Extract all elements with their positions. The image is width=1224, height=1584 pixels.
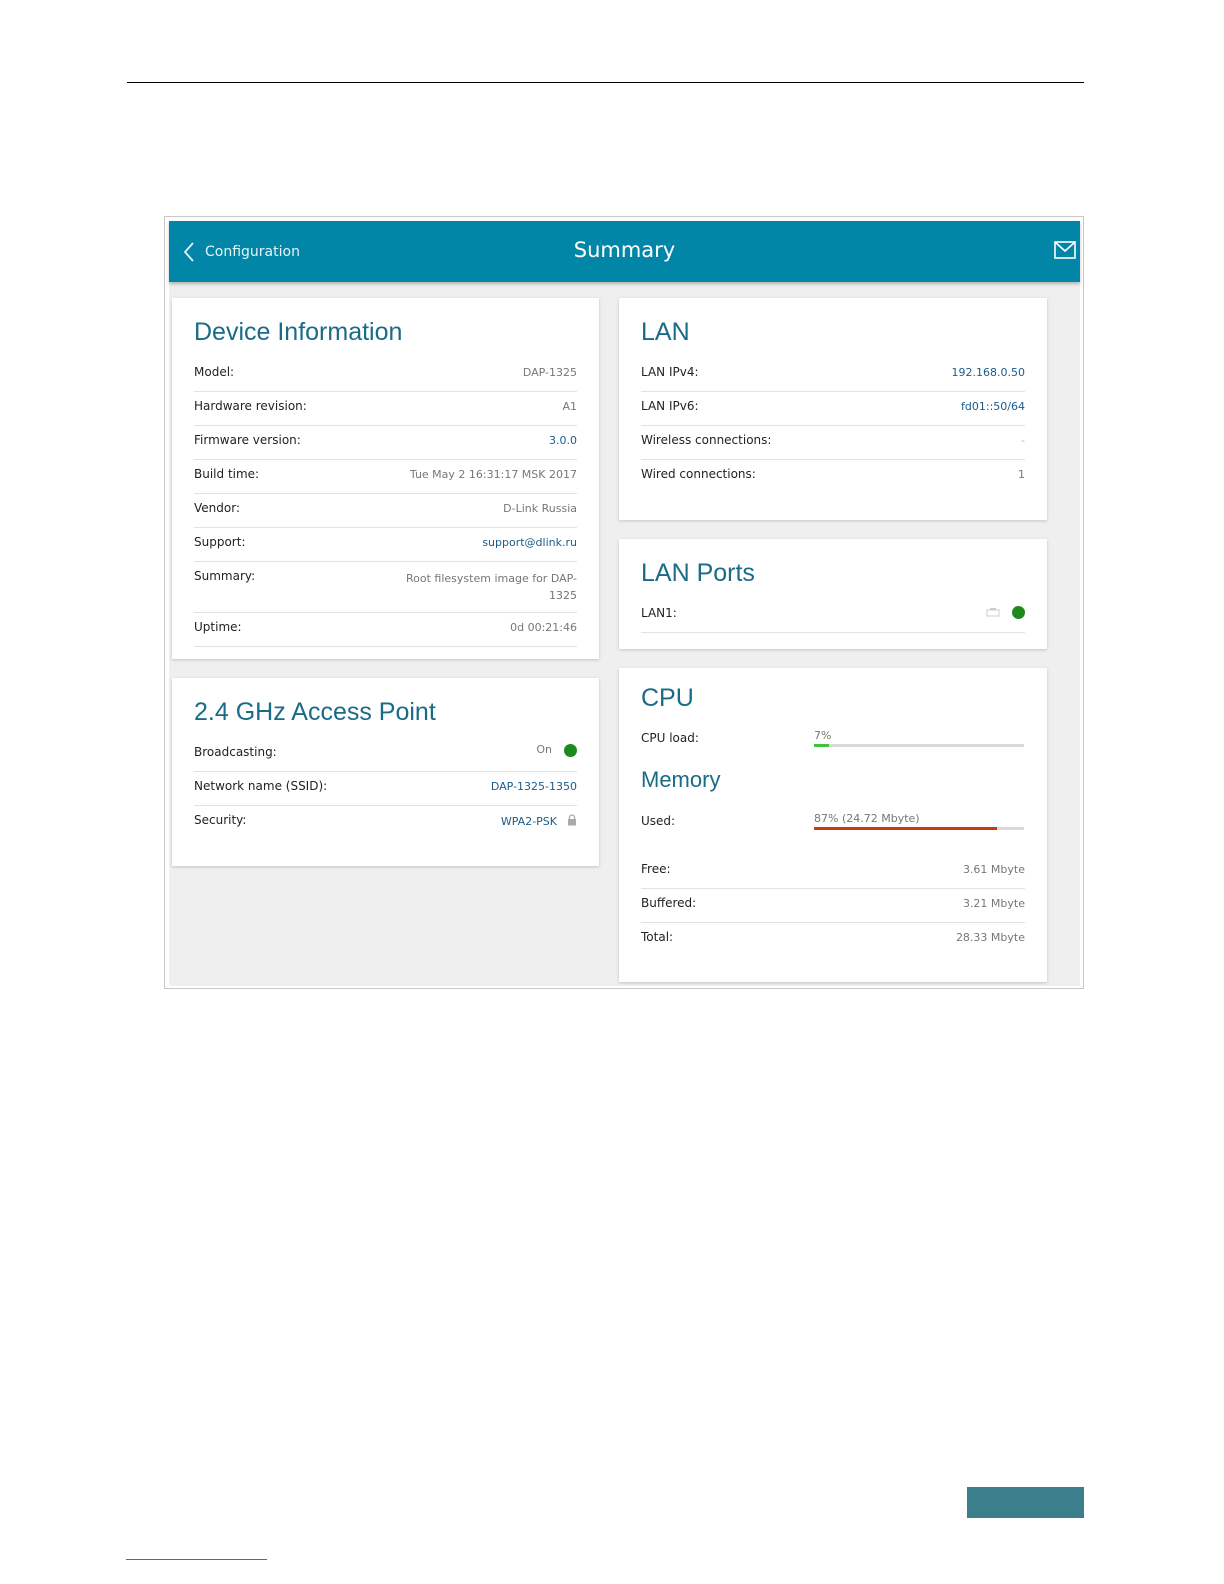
row-value: Tue May 2 16:31:17 MSK 2017	[409, 468, 577, 481]
row-label: Build time:	[194, 467, 260, 481]
support-email-link[interactable]: support@dlink.ru	[482, 536, 577, 549]
row-label: Network name (SSID):	[194, 779, 328, 793]
row-label: LAN IPv6:	[641, 399, 699, 413]
row-label: Wireless connections:	[641, 433, 772, 447]
lan-row-ipv6: LAN IPv6: fd01::50/64	[641, 392, 1025, 426]
cpu-bar-track	[814, 744, 1024, 747]
row-label: Summary:	[194, 569, 256, 583]
cpu-load-text: 7%	[814, 729, 832, 742]
row-label: Vendor:	[194, 501, 240, 515]
memory-used-text: 87% (24.72 Mbyte)	[814, 812, 920, 825]
lan-port-row: LAN1:	[641, 599, 1025, 633]
memory-title: Memory	[641, 767, 721, 792]
row-label: Broadcasting:	[194, 745, 277, 759]
lan-ipv6-link[interactable]: fd01::50/64	[961, 400, 1025, 413]
info-row-build-time: Build time: Tue May 2 16:31:17 MSK 2017	[194, 460, 577, 494]
row-label: Wired connections:	[641, 467, 756, 481]
memory-used-row: Used: 87% (24.72 Mbyte)	[641, 807, 1025, 841]
envelope-icon	[1054, 241, 1076, 259]
info-row-model: Model: DAP-1325	[194, 358, 577, 392]
row-value: Root filesystem image for DAP-1325	[406, 572, 577, 602]
lan-ipv4-link[interactable]: 192.168.0.50	[952, 366, 1025, 379]
broadcasting-status-text: On	[536, 743, 552, 756]
top-bar: Configuration Summary	[169, 221, 1080, 282]
device-information-card: Device Information Model: DAP-1325 Hardw…	[172, 298, 599, 659]
port-status	[986, 605, 1025, 619]
cpu-title: CPU	[641, 684, 694, 712]
info-row-hardware-revision: Hardware revision: A1	[194, 392, 577, 426]
security-link[interactable]: WPA2-PSK	[501, 815, 557, 828]
ap-row-broadcasting: Broadcasting: On	[194, 738, 577, 772]
memory-bar-track	[814, 827, 1024, 830]
device-information-title: Device Information	[194, 318, 403, 346]
page-number-box	[967, 1487, 1084, 1518]
port-status-dot-icon	[1012, 605, 1025, 619]
row-value: DAP-1325	[522, 366, 577, 379]
ssid-link[interactable]: DAP-1325-1350	[491, 780, 577, 793]
ethernet-port-icon	[986, 608, 1000, 617]
lan-card: LAN LAN IPv4: 192.168.0.50 LAN IPv6: fd0…	[619, 298, 1047, 520]
footer-link-rule	[126, 1559, 267, 1560]
info-row-summary: Summary: Root filesystem image for DAP-1…	[194, 562, 577, 613]
row-label: Hardware revision:	[194, 399, 307, 413]
firmware-version-link[interactable]: 3.0.0	[549, 434, 577, 447]
lan-title: LAN	[641, 318, 690, 346]
row-label: Support:	[194, 535, 246, 549]
lan-row-wireless: Wireless connections: -	[641, 426, 1025, 460]
row-label: Buffered:	[641, 896, 697, 910]
screenshot-frame: Configuration Summary Device Information…	[164, 216, 1084, 989]
row-value: 3.21 Mbyte	[962, 897, 1025, 910]
lan-row-ipv4: LAN IPv4: 192.168.0.50	[641, 358, 1025, 392]
row-label: Model:	[194, 365, 235, 379]
memory-row-buffered: Buffered: 3.21 Mbyte	[641, 889, 1025, 923]
lan-ports-title: LAN Ports	[641, 559, 755, 587]
row-label: Firmware version:	[194, 433, 301, 447]
lan-ports-card: LAN Ports LAN1:	[619, 539, 1047, 649]
row-label: Free:	[641, 862, 671, 876]
row-value: -	[1021, 434, 1025, 447]
page-title: Summary	[573, 238, 676, 262]
access-point-card: 2.4 GHz Access Point Broadcasting: On Ne…	[172, 678, 599, 866]
cpu-load-row: CPU load: 7%	[641, 724, 1025, 758]
row-label: LAN1:	[641, 606, 677, 620]
ap-row-ssid: Network name (SSID): DAP-1325-1350	[194, 772, 577, 806]
broadcasting-value: On	[536, 743, 577, 757]
row-value: A1	[562, 400, 577, 413]
memory-row-total: Total: 28.33 Mbyte	[641, 923, 1025, 957]
cpu-memory-card: CPU CPU load: 7% Memory Used: 87% (24.72…	[619, 668, 1047, 982]
document-header-rule	[127, 82, 1084, 83]
lock-icon	[568, 814, 576, 826]
row-label: Uptime:	[194, 620, 242, 634]
security-value: WPA2-PSK	[501, 814, 577, 828]
access-point-title: 2.4 GHz Access Point	[194, 698, 436, 726]
cpu-bar-fill	[814, 744, 829, 747]
ap-row-security: Security: WPA2-PSK	[194, 806, 577, 840]
row-value: 1	[1018, 468, 1025, 481]
notifications-button[interactable]	[1054, 241, 1078, 261]
row-label: Security:	[194, 813, 247, 827]
info-row-support: Support: support@dlink.ru	[194, 528, 577, 562]
row-value: 0d 00:21:46	[510, 621, 577, 634]
status-dot-icon	[564, 743, 577, 757]
row-label: Used:	[641, 814, 676, 828]
info-row-firmware-version: Firmware version: 3.0.0	[194, 426, 577, 460]
memory-bar-fill	[814, 827, 997, 830]
row-value: 3.61 Mbyte	[962, 863, 1025, 876]
lan-row-wired: Wired connections: 1	[641, 460, 1025, 494]
row-label: LAN IPv4:	[641, 365, 699, 379]
row-value: 28.33 Mbyte	[955, 931, 1025, 944]
info-row-vendor: Vendor: D-Link Russia	[194, 494, 577, 528]
web-interface: Configuration Summary Device Information…	[169, 221, 1080, 986]
memory-row-free: Free: 3.61 Mbyte	[641, 855, 1025, 889]
info-row-uptime: Uptime: 0d 00:21:46	[194, 613, 577, 647]
row-value: D-Link Russia	[503, 502, 577, 515]
row-label: Total:	[641, 930, 674, 944]
row-label: CPU load:	[641, 731, 699, 745]
